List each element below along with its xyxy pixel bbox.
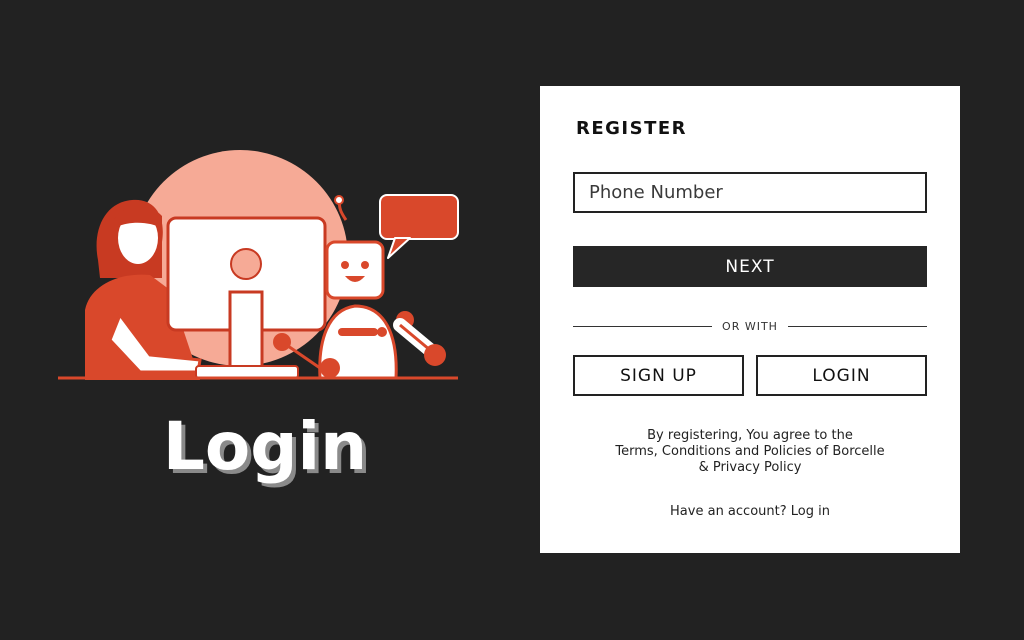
sign-up-button[interactable]: SIGN UP bbox=[573, 355, 744, 396]
or-with-divider: OR WITH bbox=[573, 318, 928, 334]
phone-number-input[interactable] bbox=[573, 172, 927, 213]
terms-line-3[interactable]: & Privacy Policy bbox=[560, 460, 940, 476]
speech-bubble-icon bbox=[379, 194, 459, 259]
terms-text: By registering, You agree to the Terms, … bbox=[560, 428, 940, 476]
terms-line-2[interactable]: Terms, Conditions and Policies of Borcel… bbox=[560, 444, 940, 460]
register-card: REGISTER NEXT OR WITH SIGN UP LOGIN By r… bbox=[540, 86, 960, 553]
divider-text: OR WITH bbox=[722, 319, 778, 333]
next-button[interactable]: NEXT bbox=[573, 246, 927, 287]
divider-line-left bbox=[573, 325, 713, 327]
hero-title: Login bbox=[162, 408, 368, 485]
illustration bbox=[58, 150, 459, 380]
login-button[interactable]: LOGIN bbox=[756, 355, 927, 396]
register-title: REGISTER bbox=[576, 118, 688, 139]
have-account-link[interactable]: Have an account? Log in bbox=[560, 504, 940, 519]
divider-line-right bbox=[787, 325, 928, 327]
terms-line-1: By registering, You agree to the bbox=[647, 428, 853, 443]
